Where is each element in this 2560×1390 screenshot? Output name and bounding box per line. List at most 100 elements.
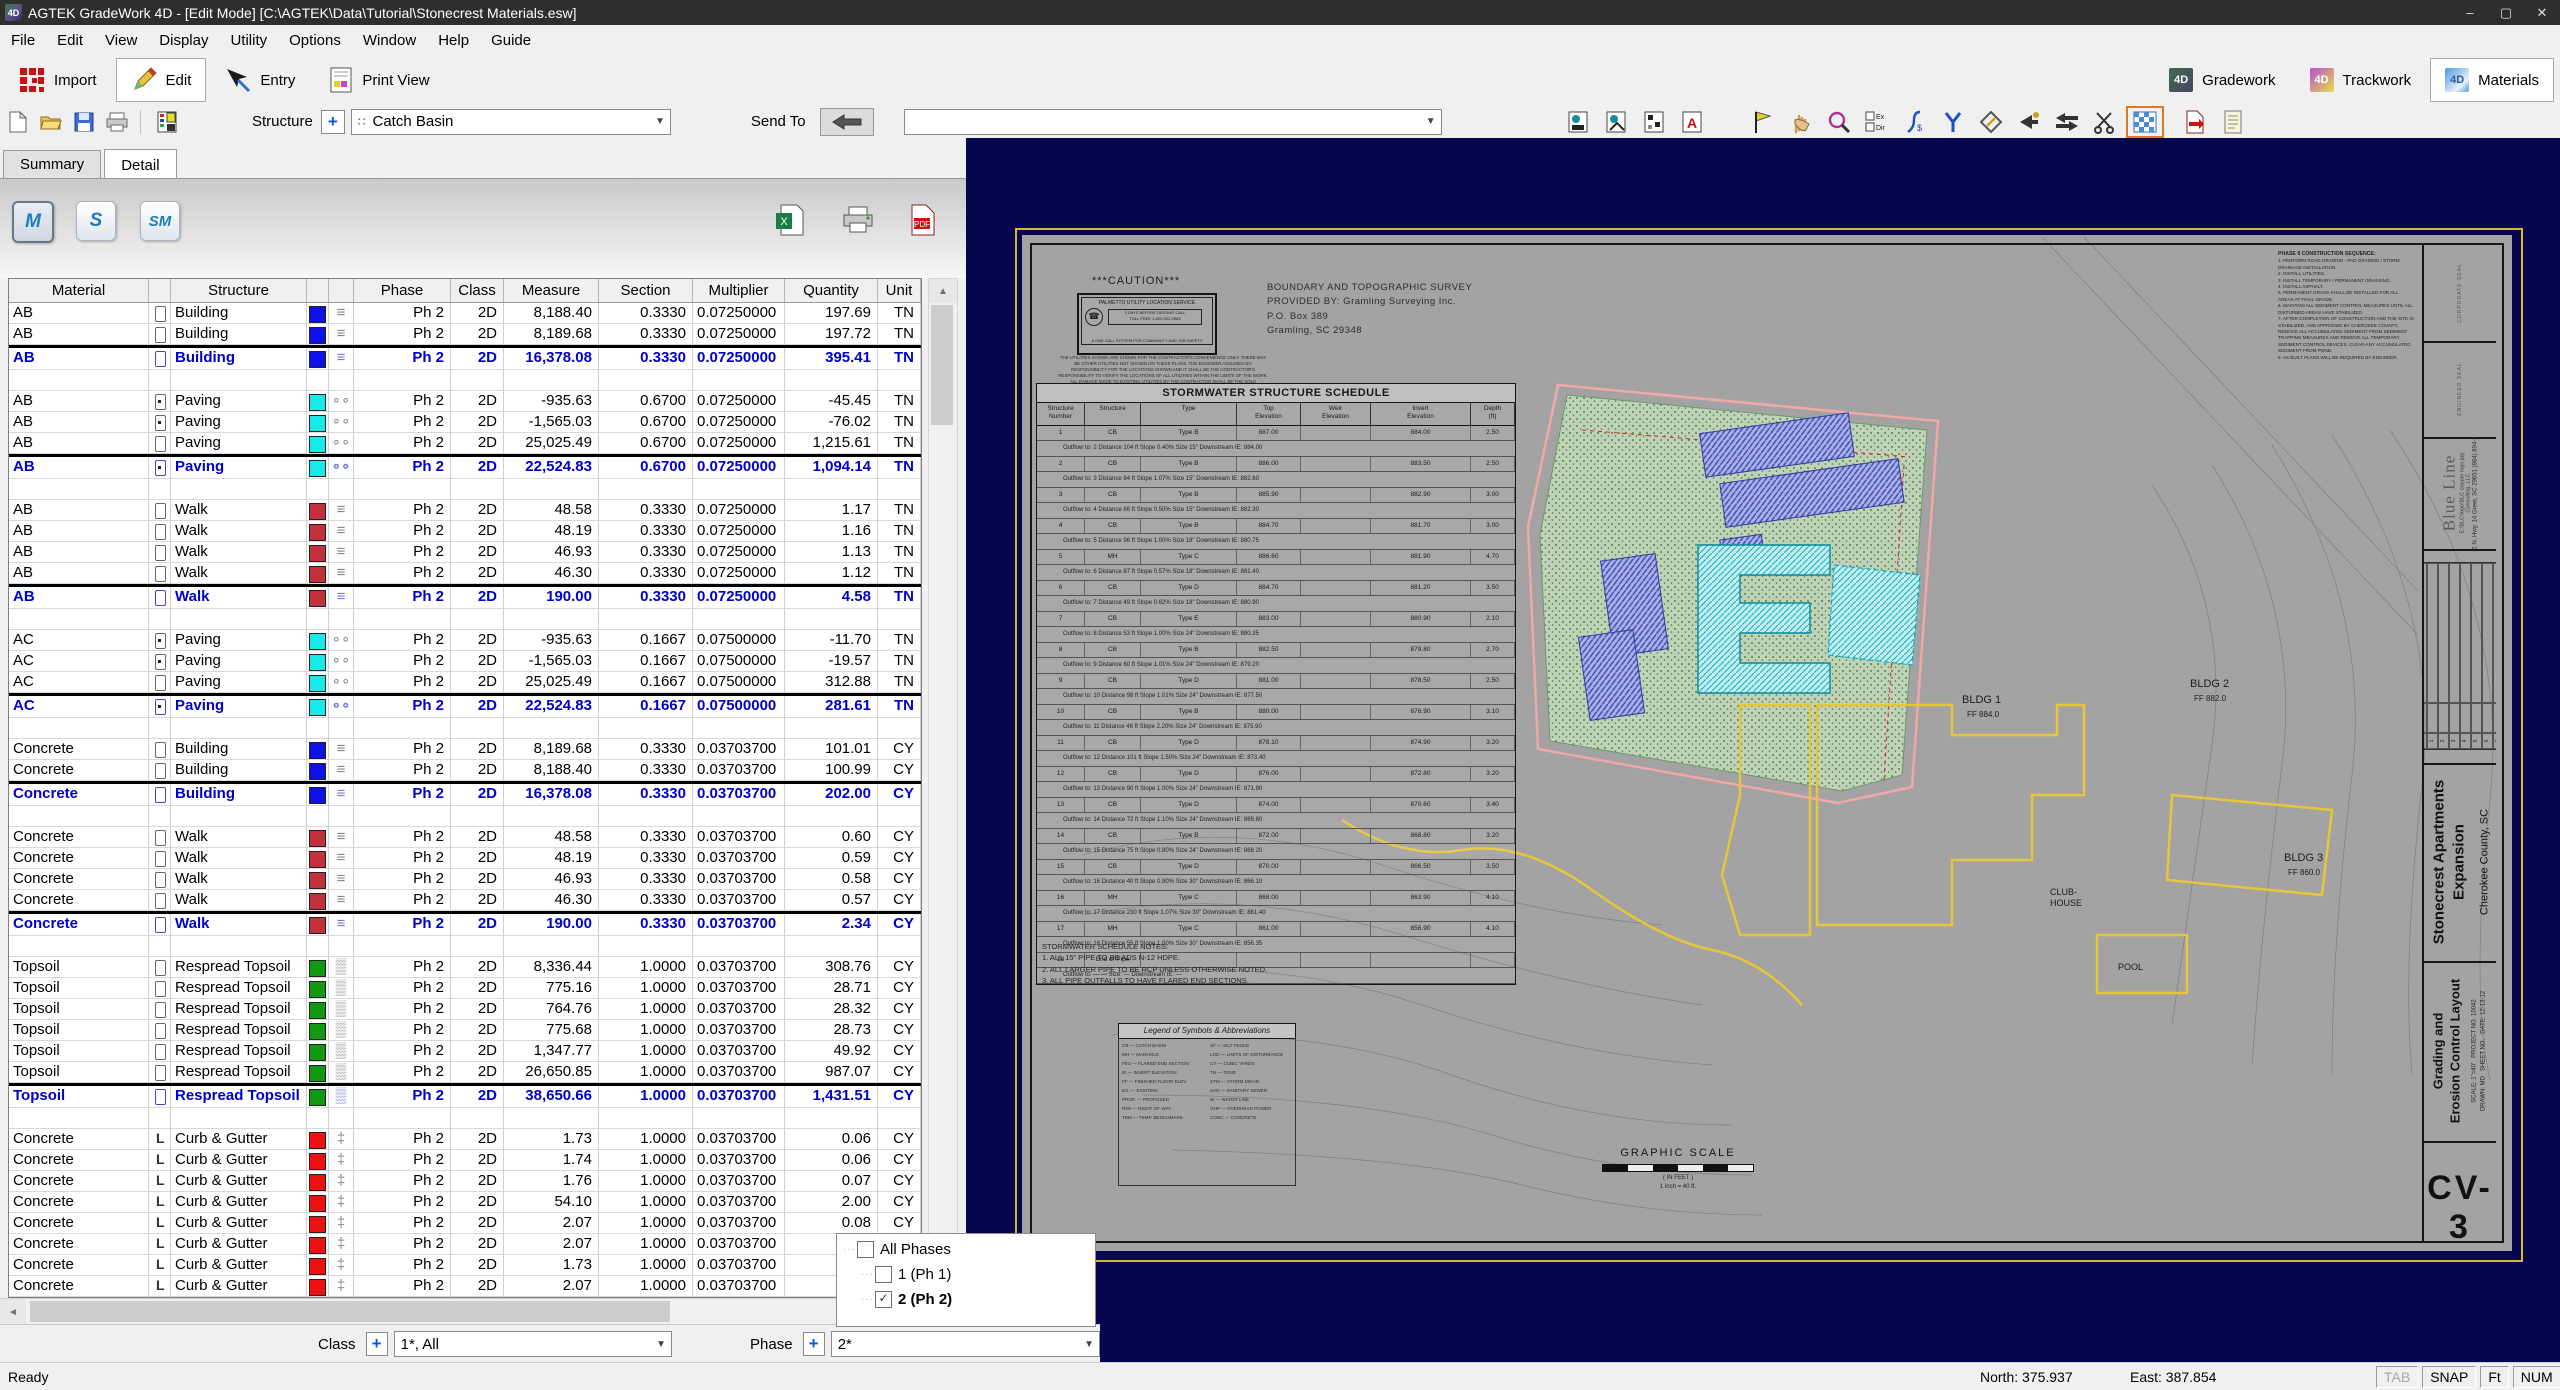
- materials-button[interactable]: 4D Materials: [2430, 58, 2554, 102]
- table-row[interactable]: [9, 936, 921, 957]
- zoom-tool-button[interactable]: [1822, 108, 1856, 136]
- status-toggle-snap[interactable]: SNAP: [2422, 1366, 2476, 1388]
- layer-manager-button[interactable]: [152, 109, 182, 135]
- table-horizontal-scrollbar[interactable]: ◄: [0, 1298, 922, 1325]
- table-row[interactable]: TopsoilRespread Topsoil▒Ph 22D38,650.661…: [9, 1083, 921, 1108]
- minimize-button[interactable]: –: [2452, 0, 2488, 25]
- column-header-structure[interactable]: Structure: [171, 279, 307, 303]
- scroll-up-icon[interactable]: ▲: [929, 279, 957, 303]
- table-row[interactable]: ABPaving∘∘Ph 22D-1,565.030.67000.0725000…: [9, 412, 921, 433]
- trackwork-button[interactable]: 4D Trackwork: [2295, 58, 2427, 102]
- column-header-phase[interactable]: Phase: [354, 279, 451, 303]
- phase-popup-item[interactable]: ···1 (Ph 1): [837, 1262, 1095, 1287]
- table-row[interactable]: [9, 479, 921, 500]
- table-row[interactable]: ACPaving∘∘Ph 22D25,025.490.16670.0750000…: [9, 672, 921, 693]
- add-phase-button[interactable]: +: [803, 1332, 825, 1356]
- table-row[interactable]: ConcreteLCurb & Gutter‡Ph 22D2.071.00000…: [9, 1276, 921, 1297]
- edit-mode-button[interactable]: Edit: [116, 58, 207, 102]
- open-file-button[interactable]: [36, 109, 66, 135]
- menu-display[interactable]: Display: [148, 25, 219, 55]
- pan-tool-button[interactable]: [1784, 108, 1818, 136]
- table-row[interactable]: ConcreteWalk≡Ph 22D46.300.33300.03703700…: [9, 890, 921, 911]
- column-header-measure[interactable]: Measure: [504, 279, 599, 303]
- cost-curve-tool-button[interactable]: $: [1898, 108, 1932, 136]
- table-row[interactable]: ConcreteBuilding≡Ph 22D8,188.400.33300.0…: [9, 760, 921, 781]
- view-data-page-button[interactable]: [1638, 108, 1672, 136]
- add-class-button[interactable]: +: [366, 1332, 388, 1356]
- column-header-material[interactable]: Material: [9, 279, 149, 303]
- status-toggle-tab[interactable]: TAB: [2376, 1366, 2418, 1388]
- maximize-button[interactable]: ▢: [2488, 0, 2524, 25]
- table-row[interactable]: ConcreteLCurb & Gutter‡Ph 22D2.071.00000…: [9, 1234, 921, 1255]
- table-row[interactable]: ConcreteWalk≡Ph 22D46.930.33300.03703700…: [9, 869, 921, 890]
- table-row[interactable]: ConcreteWalk≡Ph 22D48.580.33300.03703700…: [9, 827, 921, 848]
- save-button[interactable]: [69, 109, 99, 135]
- swap-tool-button[interactable]: [2050, 108, 2084, 136]
- table-row[interactable]: [9, 1108, 921, 1129]
- table-row[interactable]: ACPaving∘∘Ph 22D22,524.830.16670.0750000…: [9, 693, 921, 718]
- table-row[interactable]: [9, 370, 921, 391]
- table-row[interactable]: TopsoilRespread Topsoil▒Ph 22D775.681.00…: [9, 1020, 921, 1041]
- add-structure-button[interactable]: +: [321, 110, 345, 134]
- structure-material-view-button[interactable]: SM: [140, 201, 180, 241]
- table-row[interactable]: TopsoilRespread Topsoil▒Ph 22D8,336.441.…: [9, 957, 921, 978]
- tab-detail[interactable]: Detail: [104, 149, 176, 179]
- table-row[interactable]: ABBuilding≡Ph 22D8,188.400.33300.0725000…: [9, 303, 921, 324]
- menu-file[interactable]: File: [0, 25, 46, 55]
- menu-window[interactable]: Window: [352, 25, 427, 55]
- menu-guide[interactable]: Guide: [480, 25, 542, 55]
- table-row[interactable]: ConcreteLCurb & Gutter‡Ph 22D1.731.00000…: [9, 1129, 921, 1150]
- table-row[interactable]: TopsoilRespread Topsoil▒Ph 22D26,650.851…: [9, 1062, 921, 1083]
- export-pdf-button[interactable]: [2178, 108, 2212, 136]
- table-row[interactable]: ConcreteWalk≡Ph 22D48.190.33300.03703700…: [9, 848, 921, 869]
- print-report-button[interactable]: [838, 201, 878, 239]
- phase-popup-item[interactable]: ···All Phases: [837, 1237, 1095, 1262]
- phase-popup-item[interactable]: ···✓2 (Ph 2): [837, 1287, 1095, 1312]
- structure-select[interactable]: ∷ Catch Basin ▼: [351, 109, 671, 135]
- table-row[interactable]: ABPaving∘∘Ph 22D-935.630.67000.07250000-…: [9, 391, 921, 412]
- table-row[interactable]: [9, 806, 921, 827]
- table-row[interactable]: ABWalk≡Ph 22D46.930.33300.072500001.13TN: [9, 542, 921, 563]
- horizontal-scroll-thumb[interactable]: [30, 1301, 670, 1322]
- table-row[interactable]: TopsoilRespread Topsoil▒Ph 22D775.161.00…: [9, 978, 921, 999]
- column-header-blank-3[interactable]: [307, 279, 329, 303]
- table-row[interactable]: ConcreteLCurb & Gutter‡Ph 22D1.731.00000…: [9, 1255, 921, 1276]
- table-row[interactable]: ABBuilding≡Ph 22D16,378.080.33300.072500…: [9, 345, 921, 370]
- table-row[interactable]: TopsoilRespread Topsoil▒Ph 22D764.761.00…: [9, 999, 921, 1020]
- print-button[interactable]: [102, 109, 132, 135]
- table-row[interactable]: ConcreteWalk≡Ph 22D190.000.33300.0370370…: [9, 911, 921, 936]
- import-button[interactable]: Import: [4, 58, 112, 102]
- table-row[interactable]: ABWalk≡Ph 22D46.300.33300.072500001.12TN: [9, 563, 921, 584]
- plan-view-canvas[interactable]: BLDG 1 FF 884.0 BLDG 2 FF 882.0 BLDG 3 F…: [966, 138, 2560, 1362]
- polygon-edit-tool-button[interactable]: [1974, 108, 2008, 136]
- new-file-button[interactable]: [3, 109, 33, 135]
- hatch-display-toggle[interactable]: [2126, 106, 2164, 138]
- entry-mode-button[interactable]: Entry: [210, 58, 310, 102]
- status-toggle-ft[interactable]: Ft: [2480, 1366, 2508, 1388]
- table-row[interactable]: ABPaving∘∘Ph 22D25,025.490.67000.0725000…: [9, 433, 921, 454]
- phase-select[interactable]: 2* ▼: [831, 1331, 1100, 1357]
- table-row[interactable]: ConcreteLCurb & Gutter‡Ph 22D54.101.0000…: [9, 1192, 921, 1213]
- table-vertical-scrollbar[interactable]: ▲ ▼: [928, 278, 958, 1300]
- status-toggle-num[interactable]: NUM: [2513, 1366, 2560, 1388]
- table-row[interactable]: [9, 609, 921, 630]
- report-button[interactable]: [2216, 108, 2250, 136]
- table-row[interactable]: ABWalk≡Ph 22D48.580.33300.072500001.17TN: [9, 500, 921, 521]
- close-button[interactable]: ✕: [2524, 0, 2560, 25]
- column-header-quantity[interactable]: Quantity: [785, 279, 878, 303]
- column-header-blank-1[interactable]: [149, 279, 171, 303]
- column-header-class[interactable]: Class: [451, 279, 504, 303]
- menu-view[interactable]: View: [94, 25, 148, 55]
- checkbox-icon[interactable]: [875, 1266, 892, 1283]
- class-select[interactable]: 1*, All ▼: [394, 1331, 672, 1357]
- menu-edit[interactable]: Edit: [46, 25, 94, 55]
- column-header-section[interactable]: Section: [599, 279, 693, 303]
- ex-dir-toggle-button[interactable]: ExDir: [1860, 108, 1894, 136]
- table-row[interactable]: ABWalk≡Ph 22D48.190.33300.072500001.16TN: [9, 521, 921, 542]
- table-row[interactable]: [9, 718, 921, 739]
- print-view-button[interactable]: Print View: [314, 58, 444, 102]
- trim-tool-button[interactable]: [2088, 108, 2122, 136]
- column-header-unit[interactable]: Unit: [878, 279, 921, 303]
- scroll-left-icon[interactable]: ◄: [0, 1299, 26, 1325]
- column-header-multiplier[interactable]: Multiplier: [693, 279, 785, 303]
